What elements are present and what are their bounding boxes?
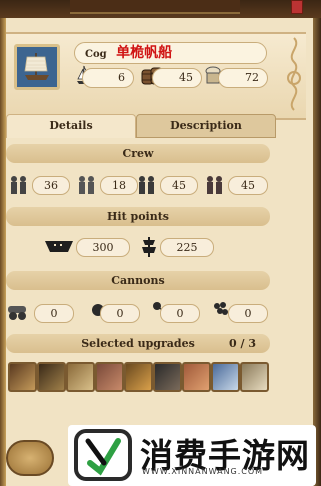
- tab-details[interactable]: Details: [6, 114, 136, 138]
- hull-upgrade-icon[interactable]: [66, 362, 95, 392]
- grape-shot-value: 0: [228, 304, 268, 323]
- officers-icon: [204, 174, 226, 202]
- planks-upgrade-icon[interactable]: [8, 362, 37, 392]
- crew-sailors-value: 36: [32, 176, 70, 195]
- hit-points-section-header: Hit points: [6, 207, 270, 226]
- sail-upgrade-icon[interactable]: [211, 362, 240, 392]
- musketeers-icon: [136, 174, 158, 202]
- watermark-url: WWW.XINNANWANG.COM: [142, 467, 264, 476]
- upgrades-title: Selected upgrades: [81, 337, 195, 350]
- upgrades-count: 0 / 3: [229, 337, 256, 350]
- hull-icon: [44, 238, 74, 258]
- scroll-ornament: [282, 34, 306, 122]
- right-frame: [313, 18, 321, 486]
- tab-bar: Details Description: [6, 114, 306, 138]
- watermark-logo-icon: [74, 429, 132, 481]
- speed-value: 6: [82, 68, 134, 88]
- tab-description[interactable]: Description: [136, 114, 276, 138]
- crew-officers-value: 45: [228, 176, 268, 195]
- compass-button[interactable]: [6, 440, 54, 476]
- soldiers-icon: [76, 174, 98, 202]
- cannonball-value: 0: [100, 304, 140, 323]
- deck-upgrade-icon[interactable]: [124, 362, 153, 392]
- crew-capacity-value: 72: [218, 68, 268, 88]
- crew-upgrade-icon[interactable]: [95, 362, 124, 392]
- watermark-overlay: 消费手游网 WWW.XINNANWANG.COM: [68, 425, 316, 486]
- cannon-value: 0: [34, 304, 74, 323]
- cannon-upgrade-icon[interactable]: [153, 362, 182, 392]
- sailors-icon: [8, 174, 30, 202]
- ship-name-field: Cog 单桅帆船: [74, 42, 267, 64]
- cargo-value: 45: [152, 68, 202, 88]
- title-wood-bar: [70, 0, 240, 14]
- ship-info-panel: Cog 单桅帆船 6 45 72 Details Description Cre…: [6, 18, 313, 486]
- top-frame: [0, 0, 321, 18]
- sails-icon: [140, 236, 158, 262]
- chain-shot-value: 0: [160, 304, 200, 323]
- lantern-upgrade-icon[interactable]: [240, 362, 269, 392]
- sailing-ship-icon: [14, 44, 60, 90]
- ship-header: Cog 单桅帆船 6 45 72: [6, 32, 306, 120]
- cannons-section-header: Cannons: [6, 271, 270, 290]
- ship-name-cn: 单桅帆船: [116, 45, 173, 61]
- hull-value: 300: [76, 238, 130, 257]
- cargo-upgrade-icon[interactable]: [182, 362, 211, 392]
- ship-name: Cog: [85, 49, 107, 60]
- cannon-icon: [6, 302, 32, 326]
- upgrades-section-header: Selected upgrades 0 / 3: [6, 334, 270, 353]
- sails-value: 225: [160, 238, 214, 257]
- crew-section-header: Crew: [6, 144, 270, 163]
- crew-musketeers-value: 45: [160, 176, 198, 195]
- close-icon[interactable]: [291, 0, 303, 14]
- rigging-upgrade-icon[interactable]: [37, 362, 66, 392]
- upgrade-slots: [8, 362, 270, 392]
- crew-soldiers-value: 18: [100, 176, 138, 195]
